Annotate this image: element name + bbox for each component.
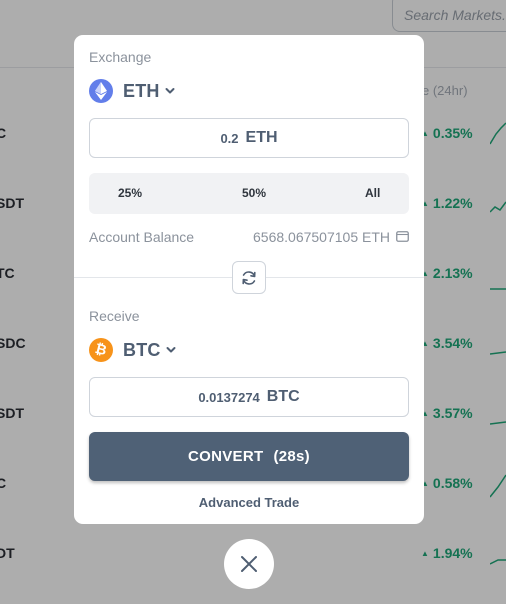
convert-button-label: CONVERT	[188, 448, 264, 465]
to-coin-selector[interactable]: ₿ BTC	[89, 337, 176, 363]
percent-all-button[interactable]: All	[365, 186, 380, 200]
to-amount-unit: BTC	[266, 388, 300, 405]
advanced-trade-link[interactable]: Advanced Trade	[74, 495, 424, 510]
to-amount-value: 0.0137274	[198, 389, 260, 405]
swap-direction-button[interactable]	[232, 261, 266, 294]
chevron-down-icon	[165, 88, 175, 94]
quote-countdown: (28s)	[273, 448, 310, 465]
from-amount-value: 0.2	[220, 130, 239, 146]
convert-modal: Exchange ETH 0.2 ETH 25% 50% All Account…	[74, 35, 424, 524]
wallet-icon[interactable]	[396, 230, 409, 242]
bitcoin-icon: ₿	[89, 338, 113, 362]
percent-50-button[interactable]: 50%	[242, 186, 266, 200]
close-modal-button[interactable]	[224, 539, 274, 589]
account-balance-label: Account Balance	[89, 229, 195, 245]
exchange-label: Exchange	[89, 49, 152, 65]
to-coin-code: BTC	[123, 339, 161, 360]
from-coin-selector[interactable]: ETH	[89, 78, 175, 104]
from-coin-code: ETH	[123, 80, 160, 101]
ethereum-icon	[89, 79, 113, 103]
refresh-icon	[242, 270, 256, 285]
convert-button[interactable]: CONVERT (28s)	[89, 432, 409, 481]
from-amount-input[interactable]: 0.2 ETH	[89, 118, 409, 158]
receive-label: Receive	[89, 308, 140, 324]
percent-25-button[interactable]: 25%	[118, 186, 142, 200]
percent-selector: 25% 50% All	[89, 173, 409, 214]
chevron-down-icon	[166, 347, 176, 353]
to-amount-input[interactable]: 0.0137274 BTC	[89, 377, 409, 417]
account-balance-value: 6568.067507105 ETH	[253, 229, 390, 245]
close-icon	[241, 556, 257, 572]
from-amount-unit: ETH	[245, 129, 278, 146]
